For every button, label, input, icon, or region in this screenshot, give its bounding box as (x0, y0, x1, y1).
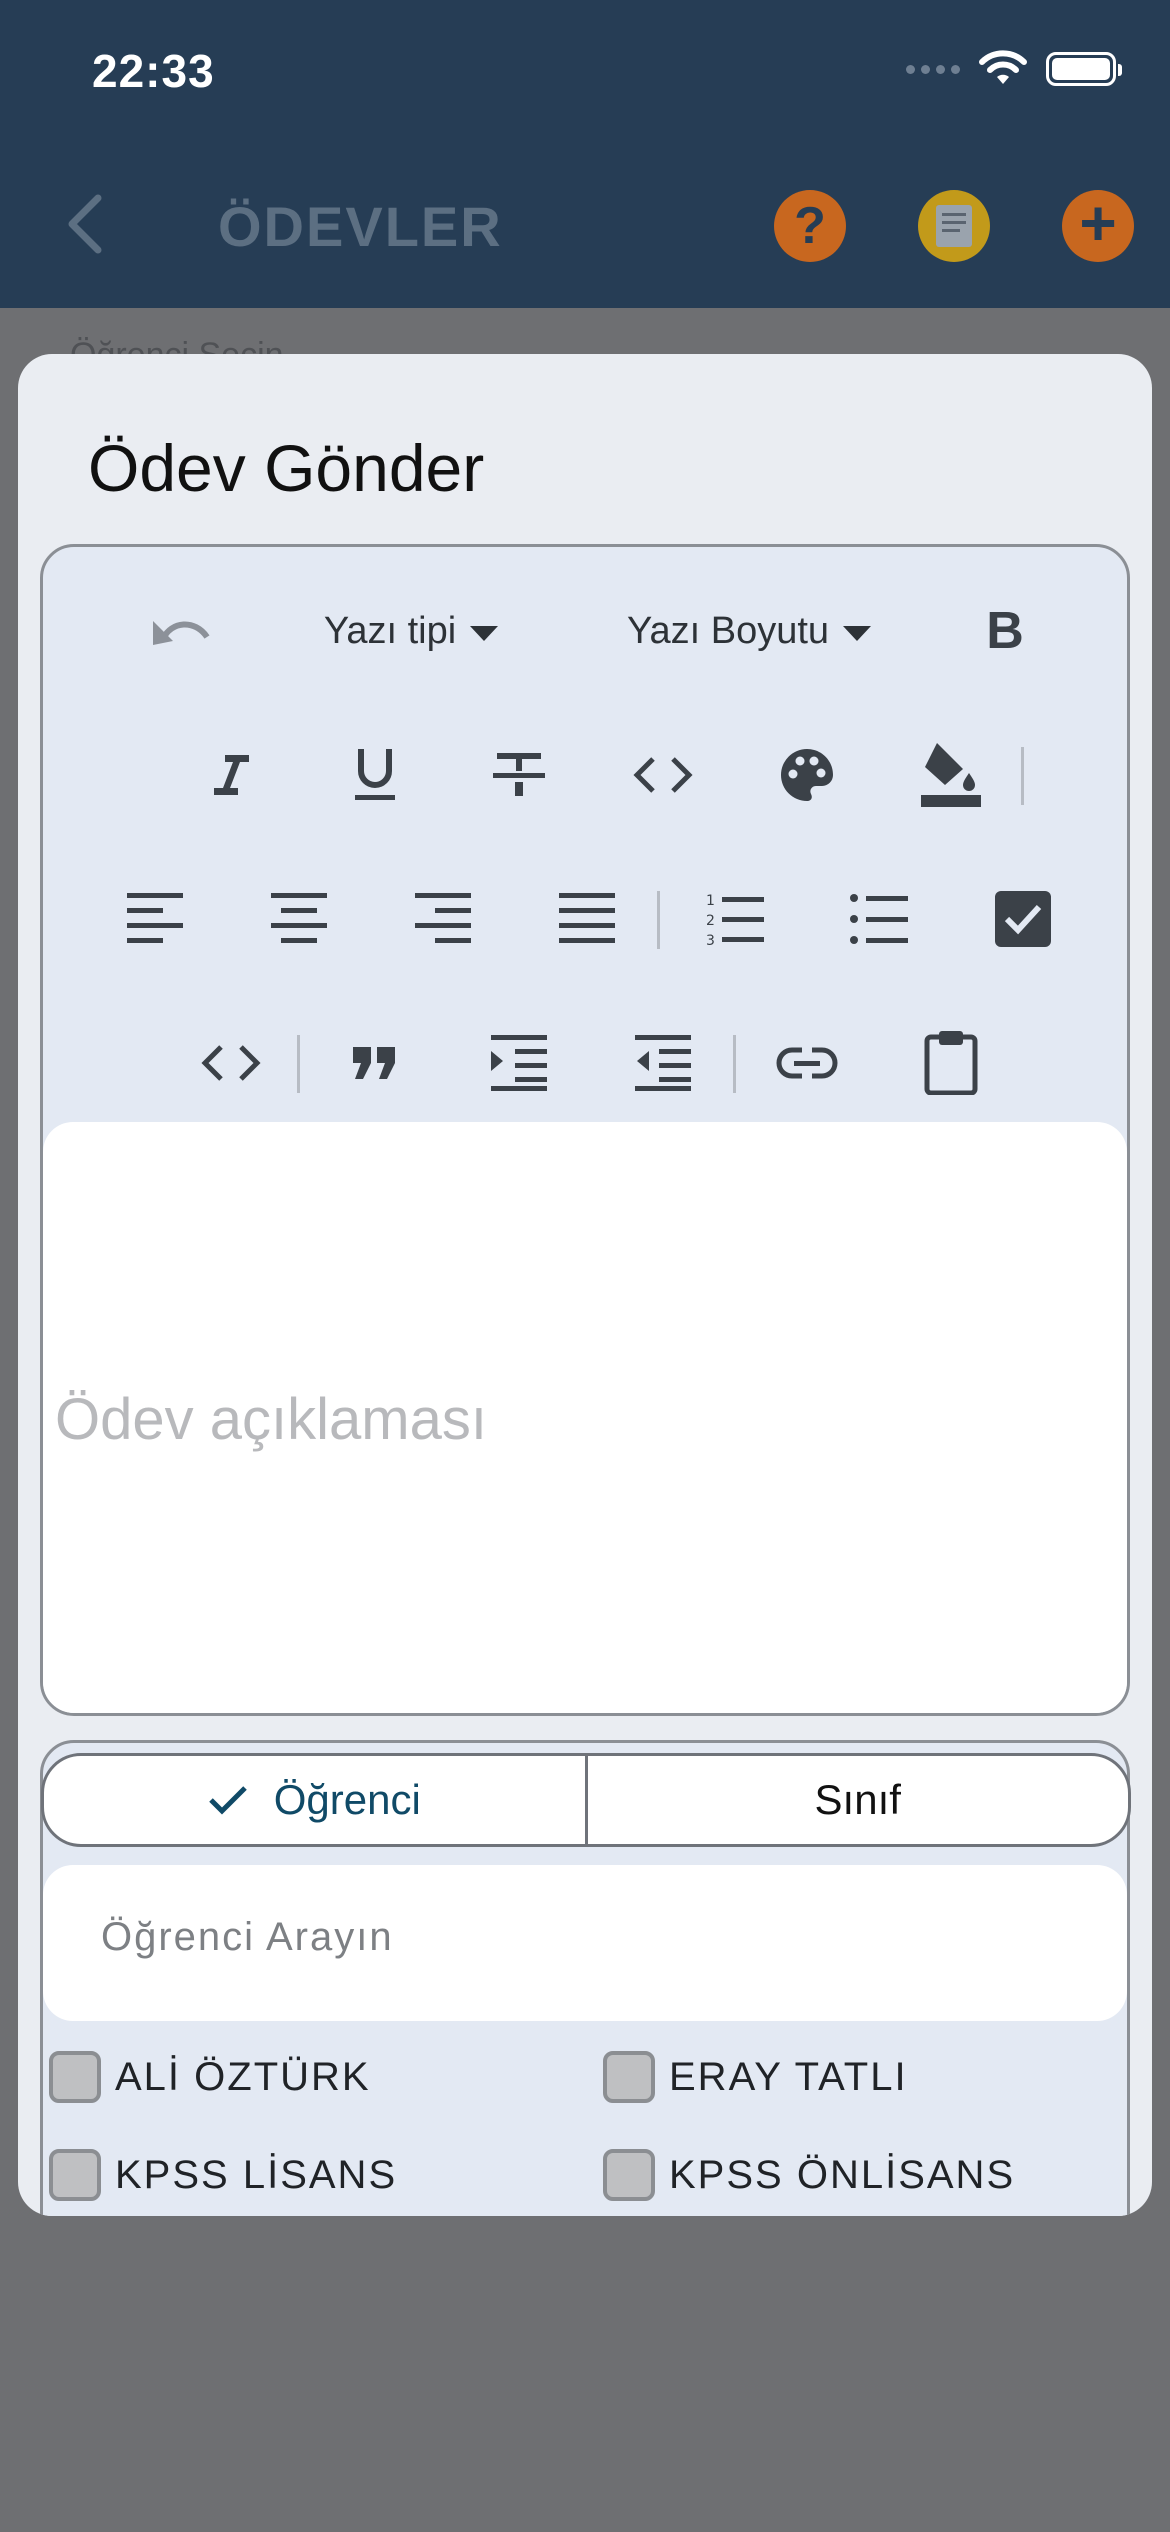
checkbox[interactable] (603, 2149, 655, 2201)
recipient-panel: Öğrenci Sınıf Öğrenci Arayın ALİ ÖZTÜRK … (40, 1740, 1131, 2216)
chevron-down-icon (470, 625, 499, 641)
student-search-input[interactable]: Öğrenci Arayın (43, 1865, 1127, 2021)
clipboard-icon (924, 1031, 978, 1095)
student-option-label: ALİ ÖZTÜRK (115, 2054, 371, 2099)
homework-description-input[interactable]: Ödev açıklaması (43, 1122, 1127, 1713)
toolbar-separator (733, 1035, 736, 1093)
underline-icon (355, 749, 395, 800)
blockquote-button[interactable] (333, 1021, 417, 1105)
send-homework-modal: Ödev Gönder Yazı tipi Yazı Boyutu B 1 2 … (18, 354, 1152, 2216)
inline-code-button[interactable] (621, 733, 705, 817)
status-time: 22:33 (92, 45, 215, 97)
tab-student[interactable]: Öğrenci (44, 1756, 588, 1844)
align-left-button[interactable] (113, 877, 197, 961)
indent-icon (491, 1035, 547, 1091)
student-option[interactable]: KPSS LİSANS (49, 2149, 397, 2201)
italic-icon (214, 755, 249, 795)
undo-button[interactable] (139, 589, 223, 673)
tab-class-label: Sınıf (814, 1776, 901, 1823)
ordered-list-button[interactable]: 1 2 3 (693, 877, 777, 961)
palette-icon (781, 749, 833, 801)
align-center-icon (271, 893, 327, 943)
student-option[interactable]: ALİ ÖZTÜRK (49, 2051, 371, 2103)
code-icon (201, 1045, 261, 1081)
code-block-button[interactable] (189, 1021, 273, 1105)
font-size-label: Yazı Boyutu (626, 609, 830, 652)
checklist-button[interactable] (981, 877, 1065, 961)
status-icons (906, 50, 1122, 88)
highlight-color-button[interactable] (909, 729, 993, 819)
align-right-icon (415, 893, 471, 943)
app-header: 22:33 ÖDEVLER ? + (0, 0, 1170, 308)
underline-button[interactable] (333, 733, 417, 817)
insert-link-button[interactable] (765, 1021, 849, 1105)
question-mark-icon: ? (794, 197, 826, 255)
rich-text-editor: Yazı tipi Yazı Boyutu B 1 2 3 Ödev açıkl… (40, 544, 1130, 1716)
bullet-list-icon (850, 894, 908, 944)
bold-button[interactable]: B (963, 589, 1047, 673)
back-arrow-icon[interactable] (62, 192, 106, 256)
svg-text:3: 3 (706, 933, 715, 947)
checkbox[interactable] (49, 2149, 101, 2201)
paste-button[interactable] (909, 1017, 993, 1107)
toolbar-separator (657, 891, 660, 949)
font-family-dropdown[interactable]: Yazı tipi (301, 589, 521, 673)
fill-bucket-icon (921, 743, 981, 807)
editor-placeholder: Ödev açıklaması (55, 1387, 487, 1452)
indent-button[interactable] (477, 1021, 561, 1105)
student-option[interactable]: ERAY TATLI (603, 2051, 908, 2103)
student-option-label: KPSS LİSANS (115, 2152, 398, 2197)
outdent-icon (635, 1035, 691, 1091)
toolbar-separator (1021, 747, 1024, 805)
student-option[interactable]: KPSS ÖNLİSANS (603, 2149, 1015, 2201)
undo-icon (153, 621, 210, 645)
align-right-button[interactable] (401, 877, 485, 961)
align-center-button[interactable] (257, 877, 341, 961)
italic-button[interactable] (189, 733, 273, 817)
bullet-list-button[interactable] (837, 877, 921, 961)
text-color-button[interactable] (765, 733, 849, 817)
cellular-signal-icon (906, 64, 960, 74)
search-placeholder: Öğrenci Arayın (101, 1915, 394, 1959)
strikethrough-icon (493, 753, 545, 796)
checkbox[interactable] (603, 2051, 655, 2103)
checkbox-icon (995, 891, 1051, 947)
checkbox[interactable] (49, 2051, 101, 2103)
align-justify-button[interactable] (545, 877, 629, 961)
align-justify-icon (559, 893, 615, 943)
font-family-label: Yazı tipi (323, 609, 457, 652)
code-icon (633, 757, 693, 793)
chevron-down-icon (843, 625, 872, 641)
tab-student-label: Öğrenci (273, 1776, 421, 1823)
battery-icon (1046, 52, 1122, 86)
recipient-type-toggle: Öğrenci Sınıf (41, 1753, 1131, 1847)
strikethrough-button[interactable] (477, 733, 561, 817)
document-button[interactable] (918, 190, 990, 262)
help-button[interactable]: ? (774, 190, 846, 262)
outdent-button[interactable] (621, 1021, 705, 1105)
align-left-icon (127, 893, 183, 943)
student-option-label: ERAY TATLI (669, 2054, 908, 2099)
font-size-dropdown[interactable]: Yazı Boyutu (599, 589, 899, 673)
quote-icon (353, 1047, 395, 1079)
numbered-list-icon: 1 2 3 (706, 893, 764, 947)
bold-icon: B (986, 602, 1024, 660)
add-button[interactable]: + (1062, 190, 1134, 262)
svg-text:1: 1 (706, 893, 715, 909)
plus-icon: + (1079, 187, 1117, 259)
student-option-label: KPSS ÖNLİSANS (669, 2152, 1016, 2197)
svg-text:2: 2 (706, 913, 715, 929)
tab-class[interactable]: Sınıf (588, 1756, 1129, 1844)
modal-title: Ödev Gönder (88, 431, 485, 505)
page-title: ÖDEVLER (218, 195, 503, 258)
wifi-icon (979, 50, 1027, 84)
link-icon (776, 1047, 838, 1079)
document-icon (936, 205, 972, 247)
toolbar-separator (297, 1035, 300, 1093)
checkmark-icon (208, 1786, 247, 1815)
